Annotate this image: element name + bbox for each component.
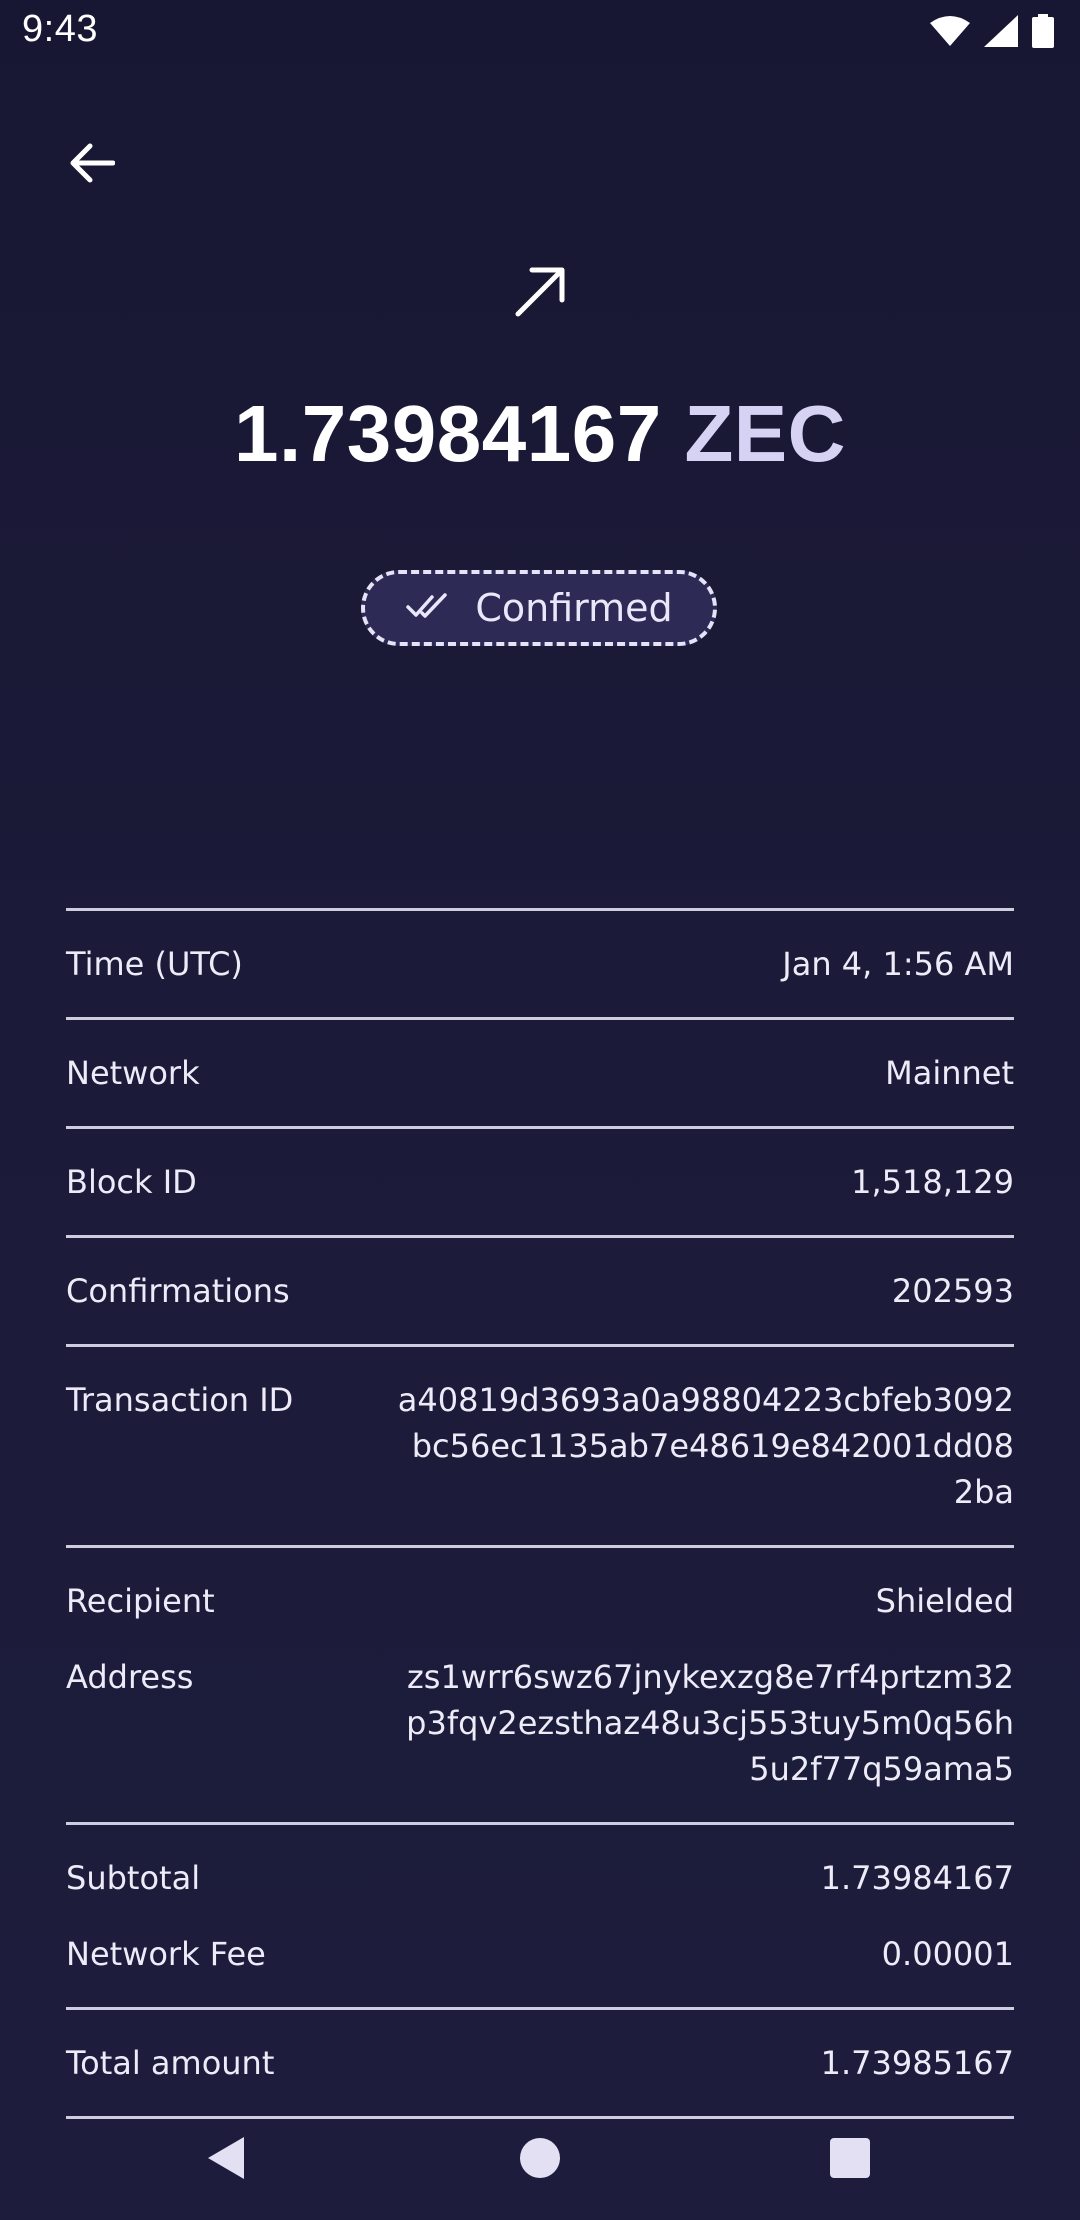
divider xyxy=(66,1126,1014,1129)
wifi-icon xyxy=(930,15,970,47)
divider xyxy=(66,1822,1014,1825)
confirmations-section: Confirmations 202593 xyxy=(66,1238,1014,1344)
network-row: Network Mainnet xyxy=(66,1050,1014,1096)
battery-icon xyxy=(1032,14,1054,48)
divider xyxy=(66,1235,1014,1238)
transaction-id-value[interactable]: a40819d3693a0a98804223cbfeb3092bc56ec113… xyxy=(394,1377,1014,1515)
status-badge: Confirmed xyxy=(361,570,717,646)
status-bar: 9:43 xyxy=(0,0,1080,66)
address-label: Address xyxy=(66,1658,194,1696)
transaction-detail-screen: 9:43 1.73984167 ZEC Confirmed Time (UTC)… xyxy=(0,0,1080,2220)
transaction-id-section: Transaction ID a40819d3693a0a98804223cbf… xyxy=(66,1347,1014,1545)
nav-back-button[interactable] xyxy=(196,2130,256,2190)
system-navigation-bar xyxy=(0,2090,1080,2220)
network-label: Network xyxy=(66,1054,200,1092)
status-label: Confirmed xyxy=(475,586,673,630)
amounts-section: Subtotal 1.73984167 Network Fee 0.00001 xyxy=(66,1825,1014,2007)
subtotal-label: Subtotal xyxy=(66,1859,201,1897)
network-value: Mainnet xyxy=(885,1054,1014,1092)
total-amount-row: Total amount 1.73985167 xyxy=(66,2040,1014,2086)
divider xyxy=(66,1545,1014,1548)
amount-currency: ZEC xyxy=(684,389,846,478)
address-value[interactable]: zs1wrr6swz67jnykexzg8e7rf4prtzm32p3fqv2e… xyxy=(394,1654,1014,1792)
transaction-id-label: Transaction ID xyxy=(66,1381,294,1419)
total-amount-value: 1.73985167 xyxy=(820,2044,1014,2082)
triangle-back-icon xyxy=(204,2135,248,2185)
nav-home-button[interactable] xyxy=(510,2130,570,2190)
total-amount-label: Total amount xyxy=(66,2044,275,2082)
recipient-value: Shielded xyxy=(875,1582,1014,1620)
circle-home-icon xyxy=(519,2137,561,2183)
divider xyxy=(66,908,1014,911)
recipient-label: Recipient xyxy=(66,1582,215,1620)
divider xyxy=(66,1344,1014,1347)
network-fee-row: Network Fee 0.00001 xyxy=(66,1931,1014,1977)
transaction-details: Time (UTC) Jan 4, 1:56 AM Network Mainne… xyxy=(66,908,1014,2119)
time-row: Time (UTC) Jan 4, 1:56 AM xyxy=(66,941,1014,987)
time-label: Time (UTC) xyxy=(66,945,243,983)
double-check-icon xyxy=(405,591,451,625)
amount-value: 1.73984167 xyxy=(234,389,662,478)
time-value: Jan 4, 1:56 AM xyxy=(782,945,1014,983)
transaction-id-row: Transaction ID a40819d3693a0a98804223cbf… xyxy=(66,1377,1014,1515)
status-time: 9:43 xyxy=(22,8,98,50)
subtotal-value: 1.73984167 xyxy=(820,1859,1014,1897)
divider xyxy=(66,1017,1014,1020)
transaction-amount: 1.73984167 ZEC xyxy=(0,388,1080,480)
arrow-up-right-icon xyxy=(512,262,570,320)
time-section: Time (UTC) Jan 4, 1:56 AM xyxy=(66,911,1014,1017)
confirmations-label: Confirmations xyxy=(66,1272,290,1310)
cellular-signal-icon xyxy=(984,15,1018,47)
block-id-value[interactable]: 1,518,129 xyxy=(851,1159,1014,1205)
status-icons xyxy=(930,14,1054,48)
recipient-section: Recipient Shielded Address zs1wrr6swz67j… xyxy=(66,1548,1014,1822)
block-id-row: Block ID 1,518,129 xyxy=(66,1159,1014,1205)
nav-recents-button[interactable] xyxy=(820,2130,880,2190)
arrow-left-icon xyxy=(69,143,116,187)
confirmations-row: Confirmations 202593 xyxy=(66,1268,1014,1314)
address-row: Address zs1wrr6swz67jnykexzg8e7rf4prtzm3… xyxy=(66,1654,1014,1792)
subtotal-row: Subtotal 1.73984167 xyxy=(66,1855,1014,1901)
square-recents-icon xyxy=(829,2137,871,2183)
network-fee-value: 0.00001 xyxy=(881,1935,1014,1973)
confirmations-value: 202593 xyxy=(891,1272,1014,1310)
network-section: Network Mainnet xyxy=(66,1020,1014,1126)
recipient-row: Recipient Shielded xyxy=(66,1578,1014,1624)
block-id-label: Block ID xyxy=(66,1163,197,1201)
back-button[interactable] xyxy=(62,140,122,190)
block-section: Block ID 1,518,129 xyxy=(66,1129,1014,1235)
divider xyxy=(66,2007,1014,2010)
network-fee-label: Network Fee xyxy=(66,1935,266,1973)
